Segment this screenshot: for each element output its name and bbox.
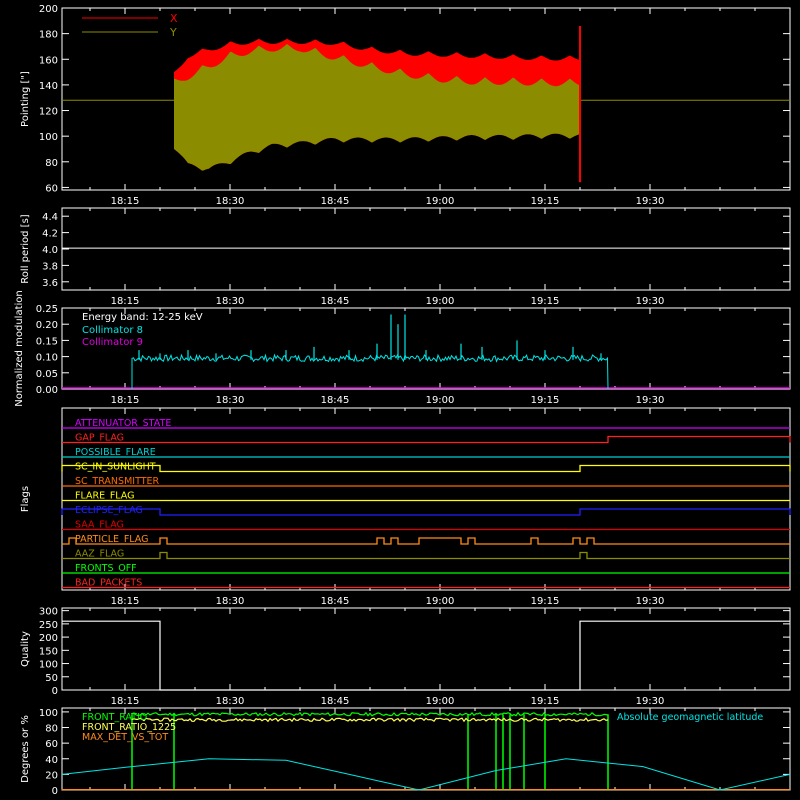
- y-tick-label: 0: [52, 786, 58, 797]
- y-axis-label: Roll period [s]: [20, 214, 31, 283]
- x-tick-label: 19:00: [426, 596, 455, 607]
- flag-label-saa-flag: SAA_FLAG: [75, 520, 124, 531]
- y-tick-label: 160: [39, 55, 58, 66]
- y-tick-label: 0.15: [36, 336, 58, 347]
- energy-band-annotation: Energy band: 12-25 keV: [82, 312, 203, 323]
- flag-label-particle-flag: PARTICLE_FLAG: [75, 534, 148, 545]
- x-tick-label: 19:00: [426, 696, 455, 707]
- y-tick-label: 300: [39, 607, 58, 618]
- x-tick-label: 19:15: [531, 196, 560, 207]
- x-tick-label: 18:15: [111, 196, 140, 207]
- y-tick-label: 4.0: [42, 245, 58, 256]
- x-tick-label: 18:30: [216, 596, 245, 607]
- y-tick-label: 0.25: [36, 304, 58, 315]
- x-tick-label: 18:45: [321, 696, 350, 707]
- flag-label-attenuator-state: ATTENUATOR_STATE: [75, 418, 171, 429]
- y-tick-label: 80: [45, 724, 58, 735]
- legend-label-collimator-9: Collimator 9: [82, 337, 143, 348]
- x-tick-label: 18:15: [111, 596, 140, 607]
- y-tick-label: 3.6: [42, 278, 58, 289]
- y-tick-label: 80: [45, 158, 58, 169]
- y-tick-label: 4.4: [42, 212, 58, 223]
- x-tick-label: 18:15: [111, 296, 140, 307]
- flag-label-aaz-flag: AAZ_FLAG: [75, 549, 124, 560]
- x-tick-label: 19:15: [531, 395, 560, 406]
- y-tick-label: 60: [45, 739, 58, 750]
- x-tick-label: 19:30: [636, 296, 665, 307]
- x-tick-label: 18:45: [321, 395, 350, 406]
- y-tick-label: 20: [45, 770, 58, 781]
- x-tick-label: 18:45: [321, 296, 350, 307]
- x-tick-label: 19:30: [636, 395, 665, 406]
- x-tick-label: 18:15: [111, 696, 140, 707]
- y-tick-label: 0: [52, 686, 58, 697]
- flag-label-flare-flag: FLARE_FLAG: [75, 491, 135, 502]
- y-tick-label: 40: [45, 755, 58, 766]
- legend-label-x: X: [170, 12, 178, 25]
- x-tick-label: 19:15: [531, 596, 560, 607]
- y-tick-label: 140: [39, 81, 58, 92]
- x-tick-label: 19:15: [531, 296, 560, 307]
- x-tick-label: 18:15: [111, 395, 140, 406]
- x-tick-label: 19:00: [426, 196, 455, 207]
- x-tick-label: 19:30: [636, 696, 665, 707]
- flag-label-fronts-off: FRONTS_OFF: [75, 563, 137, 574]
- x-tick-label: 18:30: [216, 395, 245, 406]
- legend-label-absolute-geomagnetic-latitude: Absolute geomagnetic latitude: [617, 712, 763, 723]
- y-tick-label: 50: [45, 673, 58, 684]
- y-axis-label: Pointing ["]: [20, 71, 31, 127]
- flag-label-eclipse-flag: ECLIPSE_FLAG: [75, 505, 143, 516]
- x-tick-label: 18:30: [216, 296, 245, 307]
- y-axis-label: Degrees or %: [20, 715, 31, 783]
- y-tick-label: 0.00: [36, 385, 58, 396]
- y-tick-label: 180: [39, 30, 58, 41]
- y-tick-label: 100: [39, 660, 58, 671]
- y-tick-label: 200: [39, 4, 58, 15]
- x-tick-label: 19:30: [636, 196, 665, 207]
- x-tick-label: 19:00: [426, 395, 455, 406]
- y-tick-label: 150: [39, 646, 58, 657]
- x-tick-label: 19:30: [636, 596, 665, 607]
- x-tick-label: 18:45: [321, 196, 350, 207]
- flag-label-sc-in-sunlight: SC_IN_SUNLIGHT: [75, 462, 156, 473]
- y-tick-label: 3.8: [42, 261, 58, 272]
- legend-label-collimator-8: Collimator 8: [82, 325, 143, 336]
- y-tick-label: 250: [39, 620, 58, 631]
- y-tick-label: 0.10: [36, 353, 58, 364]
- x-tick-label: 19:15: [531, 696, 560, 707]
- y-tick-label: 200: [39, 633, 58, 644]
- y-tick-label: 0.05: [36, 369, 58, 380]
- flag-label-gap-flag: GAP_FLAG: [75, 433, 124, 444]
- x-tick-label: 18:45: [321, 596, 350, 607]
- y-tick-label: 0.20: [36, 320, 58, 331]
- flag-label-sc-transmitter: SC_TRANSMITTER: [75, 476, 160, 487]
- flag-label-possible-flare: POSSIBLE_FLARE: [75, 447, 156, 458]
- x-tick-label: 18:30: [216, 196, 245, 207]
- y-axis-label: Flags: [20, 486, 31, 512]
- y-tick-label: 120: [39, 107, 58, 118]
- y-axis-label: Normalized modulation: [14, 290, 25, 407]
- y-tick-label: 60: [45, 183, 58, 194]
- x-tick-label: 19:00: [426, 296, 455, 307]
- y-tick-label: 100: [39, 132, 58, 143]
- legend-label-y: Y: [169, 26, 177, 39]
- y-tick-label: 4.2: [42, 229, 58, 240]
- y-tick-label: 100: [39, 708, 58, 719]
- rhessi-quicklook-figure: 18:15 18:30 18:45 19:00 19:15 19:30 Pointing […: [0, 0, 800, 800]
- x-tick-label: 18:30: [216, 696, 245, 707]
- y-axis-label: Quality: [20, 631, 31, 667]
- flag-label-bad-packets: BAD_PACKETS: [75, 578, 142, 589]
- legend-label-max-det-vs-tot: MAX_DET_VS_TOT: [82, 732, 168, 743]
